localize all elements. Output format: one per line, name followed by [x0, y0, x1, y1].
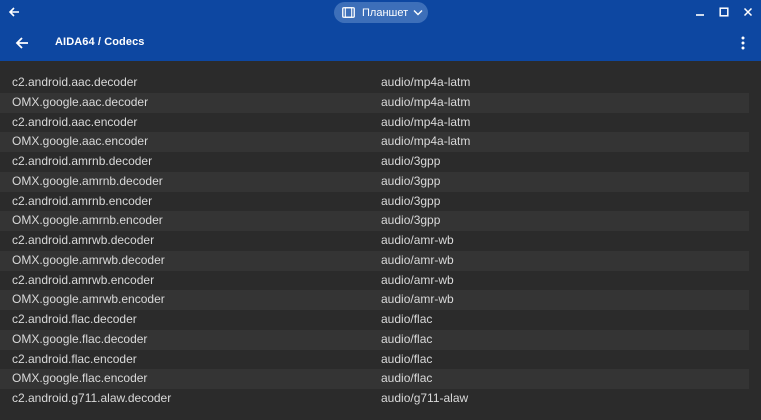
- maximize-button[interactable]: [716, 4, 732, 20]
- codec-name: OMX.google.flac.encoder: [12, 371, 148, 386]
- arrow-left-icon: [15, 37, 28, 49]
- app-bar: AIDA64 / Codecs: [0, 25, 761, 61]
- codec-name: c2.android.aac.encoder: [12, 114, 138, 129]
- list-item[interactable]: OMX.google.amrnb.encoder audio/3gpp: [0, 211, 749, 231]
- codec-mime: audio/mp4a-latm: [381, 134, 471, 149]
- list-item[interactable]: OMX.google.amrwb.encoder audio/amr-wb: [0, 290, 749, 310]
- codec-name: OMX.google.flac.decoder: [12, 331, 148, 346]
- list-item[interactable]: c2.android.aac.decoder audio/mp4a-latm: [0, 73, 749, 93]
- codec-name: c2.android.aac.decoder: [12, 75, 138, 89]
- list-item[interactable]: OMX.google.flac.decoder audio/flac: [0, 329, 749, 350]
- codec-mime: audio/mp4a-latm: [381, 114, 471, 129]
- codec-name: c2.android.g711.alaw.decoder: [12, 391, 172, 405]
- codec-name: OMX.google.amrnb.decoder: [12, 173, 163, 188]
- list-item[interactable]: c2.android.amrwb.decoder audio/amr-wb: [0, 231, 749, 251]
- list-item[interactable]: c2.android.amrnb.decoder audio/3gpp: [0, 152, 749, 172]
- codec-name: c2.android.flac.decoder: [12, 312, 137, 326]
- list-item[interactable]: c2.android.aac.encoder audio/mp4a-latm: [0, 113, 749, 133]
- codec-name: OMX.google.amrnb.encoder: [12, 213, 163, 228]
- codec-mime: audio/mp4a-latm: [381, 94, 471, 109]
- list-item[interactable]: OMX.google.amrnb.decoder audio/3gpp: [0, 171, 749, 192]
- list-item[interactable]: OMX.google.flac.encoder audio/flac: [0, 369, 749, 389]
- codec-mime: audio/flac: [381, 312, 433, 326]
- list-item[interactable]: c2.android.amrwb.encoder audio/amr-wb: [0, 271, 749, 291]
- tablet-icon: [342, 7, 355, 18]
- codec-name: OMX.google.amrwb.decoder: [12, 252, 165, 267]
- codec-mime: audio/amr-wb: [381, 272, 454, 287]
- maximize-icon: [719, 7, 729, 17]
- codec-name: OMX.google.aac.decoder: [12, 94, 149, 109]
- minimize-button[interactable]: [692, 4, 708, 20]
- close-button[interactable]: [740, 4, 756, 20]
- codec-mime: audio/3gpp: [381, 213, 441, 228]
- codec-mime: audio/mp4a-latm: [381, 75, 471, 89]
- window-mode-dropdown[interactable]: Планшет: [334, 2, 428, 23]
- list-item[interactable]: c2.android.flac.encoder audio/flac: [0, 350, 749, 370]
- list-item[interactable]: OMX.google.aac.decoder audio/mp4a-latm: [0, 92, 749, 113]
- codec-mime: audio/3gpp: [381, 154, 441, 168]
- list-item[interactable]: c2.android.flac.decoder audio/flac: [0, 310, 749, 330]
- codec-mime: audio/amr-wb: [381, 292, 454, 307]
- codec-mime: audio/flac: [381, 331, 433, 346]
- codec-mime: audio/flac: [381, 351, 433, 366]
- codec-name: OMX.google.amrwb.encoder: [12, 292, 165, 307]
- codec-mime: audio/flac: [381, 371, 433, 386]
- list-item[interactable]: OMX.google.aac.encoder audio/mp4a-latm: [0, 132, 749, 152]
- codec-name: c2.android.amrwb.decoder: [12, 233, 155, 247]
- codec-mime: audio/3gpp: [381, 193, 441, 208]
- window-mode-label: Планшет: [362, 6, 409, 19]
- minimize-icon: [696, 14, 704, 16]
- list-item[interactable]: c2.android.amrnb.encoder audio/3gpp: [0, 192, 749, 212]
- codec-name: c2.android.amrnb.decoder: [12, 154, 153, 168]
- list-item[interactable]: c2.android.g711.alaw.decoder audio/g711-…: [0, 389, 749, 409]
- codec-name: c2.android.flac.encoder: [12, 351, 137, 366]
- list-item[interactable]: OMX.google.amrwb.decoder audio/amr-wb: [0, 250, 749, 271]
- page-title: AIDA64 / Codecs: [55, 36, 145, 48]
- codec-mime: audio/g711-alaw: [381, 391, 469, 405]
- codec-list: c2.android.aac.decoder audio/mp4a-latm O…: [0, 73, 761, 409]
- codec-mime: audio/amr-wb: [381, 252, 454, 267]
- chevron-down-icon: [413, 9, 423, 16]
- codec-mime: audio/amr-wb: [381, 233, 454, 247]
- codec-name: OMX.google.aac.encoder: [12, 134, 149, 149]
- back-button[interactable]: [11, 32, 33, 54]
- window-back-button[interactable]: [6, 4, 22, 20]
- close-icon: [743, 7, 753, 17]
- window-titlebar: Планшет: [0, 0, 761, 25]
- codec-name: c2.android.amrnb.encoder: [12, 193, 153, 208]
- codec-mime: audio/3gpp: [381, 173, 441, 188]
- overflow-menu-button[interactable]: [735, 32, 751, 54]
- codec-name: c2.android.amrwb.encoder: [12, 272, 155, 287]
- more-vert-icon: [741, 36, 745, 50]
- arrow-left-icon: [8, 7, 19, 17]
